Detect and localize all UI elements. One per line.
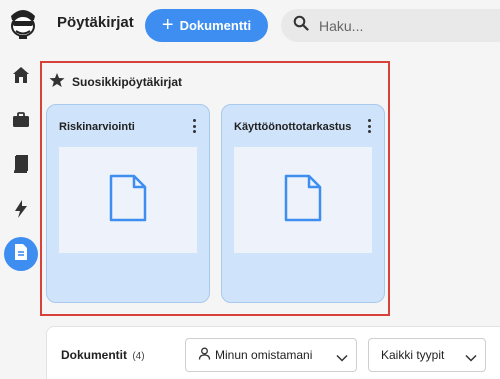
documents-header: Dokumentit (4) [61, 348, 145, 362]
sidebar-item-library[interactable] [6, 151, 36, 181]
sidebar-item-work[interactable] [6, 107, 36, 137]
search-input[interactable] [319, 17, 489, 34]
owner-filter-select[interactable]: Minun omistamani [185, 338, 357, 372]
book-icon [11, 154, 31, 179]
lightning-icon [12, 199, 30, 224]
card-title: Käyttöönottotarkastus [234, 121, 352, 133]
search-box[interactable] [281, 9, 500, 42]
type-filter-select[interactable]: Kaikki tyypit [368, 338, 486, 372]
chevron-down-icon [336, 351, 348, 365]
more-options-icon[interactable] [189, 117, 199, 135]
star-icon [49, 72, 65, 91]
sidebar-item-actions[interactable] [6, 196, 36, 226]
page-title: Pöytäkirjat [57, 14, 134, 31]
more-options-icon[interactable] [364, 117, 374, 135]
favorites-title: Suosikkipöytäkirjat [72, 74, 183, 89]
favorites-header: Suosikkipöytäkirjat [49, 72, 182, 91]
sidebar-item-home[interactable] [6, 62, 36, 92]
documents-count: (4) [132, 351, 145, 362]
documents-panel: Dokumentit (4) Minun omistamani Kaikki t… [46, 326, 500, 379]
home-icon [11, 65, 31, 90]
document-preview [234, 147, 372, 253]
documents-title: Dokumentit [61, 348, 127, 362]
file-icon [108, 174, 148, 227]
document-icon [13, 243, 29, 266]
sidebar-item-documents[interactable] [4, 237, 38, 271]
search-icon [293, 15, 309, 36]
type-filter-value: Kaikki tyypit [381, 348, 445, 362]
owner-filter-value: Minun omistamani [215, 348, 313, 362]
favorites-section: Suosikkipöytäkirjat Riskinarviointi Käyt… [40, 61, 390, 316]
card-title: Riskinarviointi [59, 121, 135, 133]
plus-icon: + [161, 13, 174, 36]
document-preview [59, 147, 197, 253]
file-icon [283, 174, 323, 227]
favorite-card[interactable]: Riskinarviointi [46, 104, 210, 303]
briefcase-icon [11, 110, 31, 135]
new-document-label: Dokumentti [179, 18, 252, 33]
chevron-down-icon [465, 351, 477, 365]
person-icon [198, 347, 211, 363]
app-logo [8, 6, 38, 40]
new-document-button[interactable]: + Dokumentti [145, 9, 268, 42]
favorite-card[interactable]: Käyttöönottotarkastus [221, 104, 385, 303]
